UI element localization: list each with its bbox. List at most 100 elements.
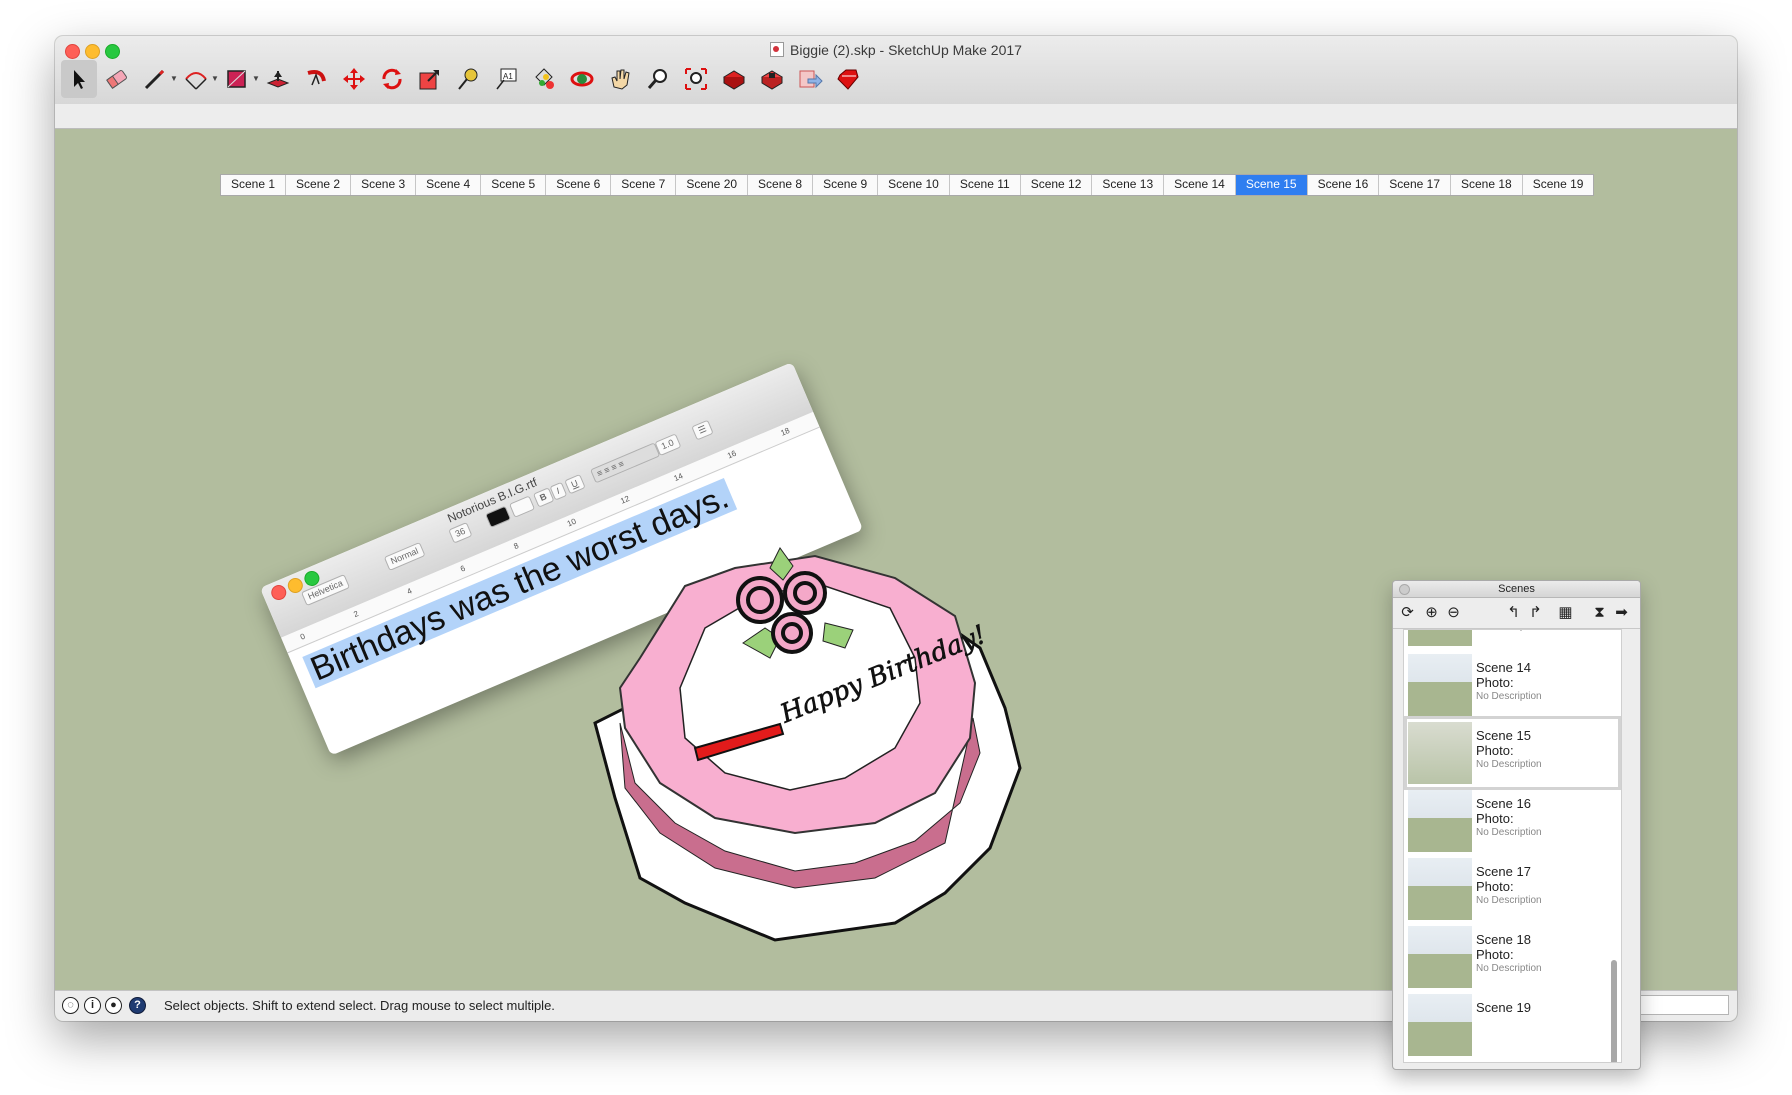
scene-name: Scene 18 xyxy=(1476,932,1531,947)
eraser-tool[interactable] xyxy=(99,60,135,98)
extension-manager-icon xyxy=(837,69,859,90)
chevron-down-icon[interactable]: ▼ xyxy=(211,74,219,83)
move-tool[interactable] xyxy=(336,60,372,98)
scene-list-item[interactable]: Scene 19 xyxy=(1404,988,1621,1062)
scene-list-item[interactable]: Scene 16 Photo: No Description xyxy=(1404,784,1621,858)
scene-photo: Photo: xyxy=(1476,811,1514,826)
scene-thumbnail xyxy=(1408,994,1472,1056)
scene-list-item[interactable]: No Description xyxy=(1404,630,1621,652)
scene-name: Scene 14 xyxy=(1476,660,1531,675)
scene-list-item[interactable]: Scene 14 Photo: No Description xyxy=(1404,648,1621,722)
orbit-tool[interactable] xyxy=(564,60,600,98)
rectangle-tool[interactable] xyxy=(219,60,255,98)
scene-name: Scene 15 xyxy=(1476,728,1531,743)
zoom-tool[interactable] xyxy=(640,60,676,98)
view-options-icon[interactable]: ▦ xyxy=(1557,604,1574,621)
help-icon[interactable]: ? xyxy=(129,997,146,1014)
select-tool[interactable] xyxy=(61,60,97,98)
measurements-box[interactable] xyxy=(1637,995,1729,1015)
push-pull-tool-icon xyxy=(266,71,290,88)
ruler-number: 2 xyxy=(352,609,360,620)
scene-thumbnail xyxy=(1408,926,1472,988)
rtf-font-size: 36 xyxy=(448,522,473,544)
zoom-extents-tool[interactable] xyxy=(678,60,714,98)
scene-tab-strip: Scene 1 Scene 2 Scene 3 Scene 4 Scene 5 Scene… xyxy=(55,104,1737,196)
rtf-font-style: Normal xyxy=(383,541,426,571)
ruler-number: 4 xyxy=(405,586,414,597)
text-tool[interactable]: A1 xyxy=(488,60,524,98)
move-scene-up-icon[interactable]: ↰ xyxy=(1505,604,1522,621)
update-scene-icon[interactable]: ⟳ xyxy=(1399,604,1416,621)
scene-name: Scene 17 xyxy=(1476,864,1531,879)
follow-me-tool[interactable] xyxy=(298,60,334,98)
remove-scene-icon[interactable]: ⊖ xyxy=(1445,604,1462,621)
hide-details-icon[interactable]: ⧗ xyxy=(1591,604,1608,621)
tape-measure-tool-icon xyxy=(458,68,478,90)
chevron-down-icon[interactable]: ▼ xyxy=(170,74,178,83)
follow-me-tool-icon xyxy=(307,70,326,86)
orbit-tool-icon xyxy=(570,71,594,87)
scene-list-item[interactable]: Scene 15 Photo: No Description xyxy=(1404,716,1621,790)
title-bar: Biggie (2).skp - SketchUp Make 2017 ▼ ▼ … xyxy=(55,36,1737,105)
ruler-number: 6 xyxy=(459,563,467,574)
rotate-tool[interactable] xyxy=(374,60,410,98)
scene-photo: Photo: xyxy=(1476,743,1514,758)
extension-manager-tool[interactable] xyxy=(830,60,866,98)
credits-icon[interactable]: i xyxy=(84,997,101,1014)
pencil-tool[interactable] xyxy=(137,60,173,98)
scene-thumbnail xyxy=(1408,858,1472,920)
pan-tool[interactable] xyxy=(602,60,638,98)
scene-desc: No Description xyxy=(1476,759,1542,770)
push-pull-tool[interactable] xyxy=(260,60,296,98)
rtf-close-icon xyxy=(268,582,289,603)
scene-name: Scene 19 xyxy=(1476,1000,1531,1015)
select-tool-icon xyxy=(74,70,85,89)
scenes-list[interactable]: Scene 19 Scene 18 Photo: No Description Scen… xyxy=(1403,629,1622,1063)
geo-location-icon[interactable]: ◌ xyxy=(62,997,79,1014)
scene-desc: No Description xyxy=(1476,963,1542,974)
user-account-icon[interactable]: ● xyxy=(105,997,122,1014)
scene-desc: No Description xyxy=(1476,895,1542,906)
scenes-panel-titlebar: Scenes xyxy=(1393,581,1640,598)
zoom-extents-tool-icon xyxy=(685,68,707,90)
scene-desc: No Description xyxy=(1476,827,1542,838)
rtf-list-icon: ☰ xyxy=(691,419,714,441)
tape-measure-tool[interactable] xyxy=(450,60,486,98)
send-to-layout-tool[interactable] xyxy=(792,60,828,98)
scenes-panel-title: Scenes xyxy=(1498,583,1535,595)
ruler-number: 16 xyxy=(725,448,738,461)
send-to-layout-icon xyxy=(799,70,823,89)
zoom-tool-icon xyxy=(647,69,667,89)
expand-panel-icon[interactable]: ➡ xyxy=(1613,604,1630,621)
scale-tool[interactable] xyxy=(412,60,448,98)
scale-tool-icon xyxy=(419,70,439,90)
scene-name: Scene 16 xyxy=(1476,796,1531,811)
scene-desc: No Description xyxy=(1476,630,1542,632)
add-scene-icon[interactable]: ⊕ xyxy=(1423,604,1440,621)
scene-desc: No Description xyxy=(1476,691,1542,702)
text-tool-icon: A1 xyxy=(496,68,517,90)
move-tool-icon xyxy=(343,68,365,90)
warehouse-tool[interactable] xyxy=(716,60,752,98)
scene-thumbnail xyxy=(1408,722,1472,784)
svg-text:A1: A1 xyxy=(503,72,513,81)
arc-tool[interactable] xyxy=(178,60,214,98)
chevron-down-icon[interactable]: ▼ xyxy=(252,74,260,83)
pencil-tool-icon xyxy=(144,69,165,90)
scene-list-item[interactable]: Scene 18 Photo: No Description xyxy=(1404,920,1621,994)
scenes-close-button[interactable] xyxy=(1399,584,1410,595)
scenes-toolbar: ⟳ ⊕ ⊖ ↰ ↱ ▦ ⧗ ➡ xyxy=(1393,598,1640,629)
scene-thumbnail xyxy=(1408,654,1472,716)
rtf-align-controls: ≡ ≡ ≡ ≡ xyxy=(589,442,661,484)
birthday-cake-model[interactable]: Happy Birthday! xyxy=(575,538,1035,958)
scenes-scrollbar[interactable] xyxy=(1611,960,1617,1062)
window-title: Biggie (2).skp - SketchUp Make 2017 xyxy=(55,42,1737,58)
move-scene-down-icon[interactable]: ↱ xyxy=(1527,604,1544,621)
scene-list-item[interactable]: Scene 17 Photo: No Description xyxy=(1404,852,1621,926)
paint-bucket-tool[interactable] xyxy=(526,60,562,98)
rtf-line-spacing: 1.0 xyxy=(654,433,682,457)
eraser-tool-icon xyxy=(106,70,127,89)
extension-warehouse-tool[interactable] xyxy=(754,60,790,98)
scenes-panel: Scenes ⟳ ⊕ ⊖ ↰ ↱ ▦ ⧗ ➡ Scene 19 Scene 18 P… xyxy=(1392,580,1641,1070)
rectangle-tool-icon xyxy=(227,70,246,88)
